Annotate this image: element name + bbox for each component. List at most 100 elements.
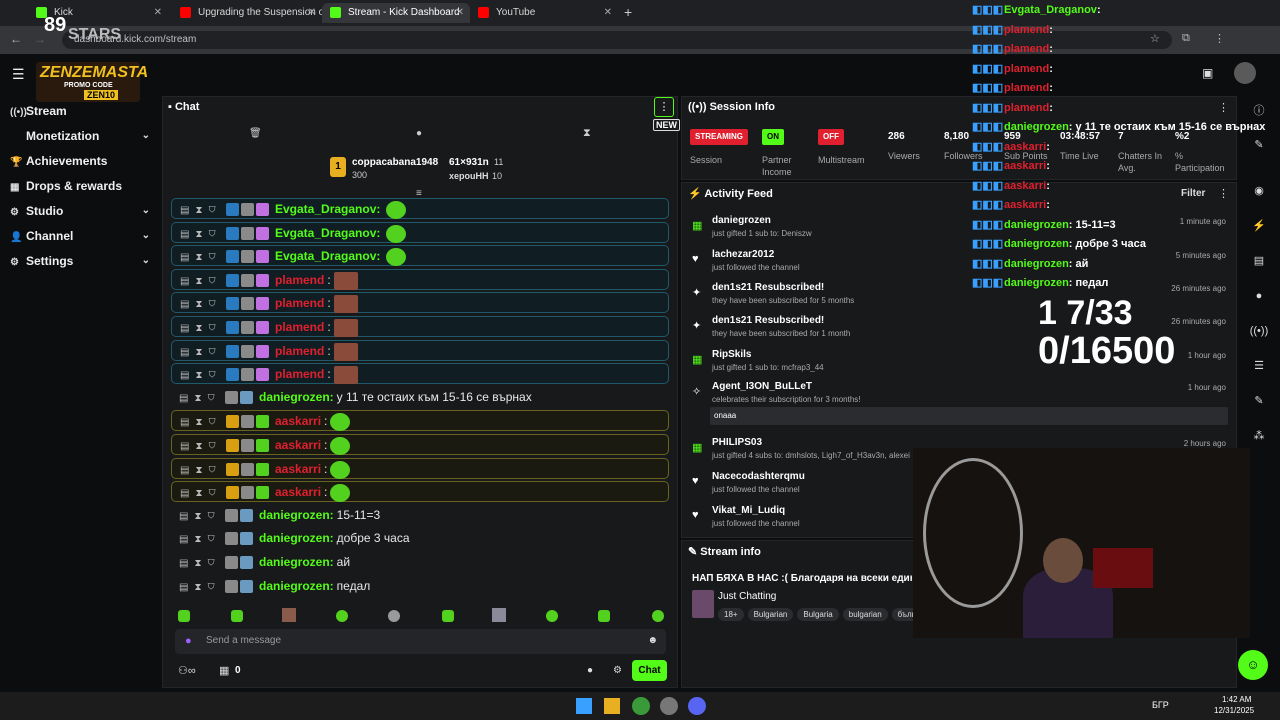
- back-arrow-icon[interactable]: ←: [10, 32, 22, 46]
- new-tab-button[interactable]: +: [624, 4, 632, 20]
- chat-message[interactable]: ▤⧗⛉ daniegrozen: добре 3 часа: [171, 528, 669, 549]
- share-icon[interactable]: ⁂: [1248, 425, 1270, 447]
- moderation-icons[interactable]: ▤⧗⛉: [171, 506, 225, 527]
- wrench-icon[interactable]: ✎: [1248, 390, 1270, 412]
- chat-username[interactable]: Evgata_Draganov:: [275, 202, 380, 216]
- moderation-icons[interactable]: ▤⧗⛉: [171, 388, 225, 409]
- moderation-icons[interactable]: ▤⧗⛉: [172, 412, 226, 433]
- activity-options-icon[interactable]: ⋮: [1218, 187, 1229, 200]
- chat-message[interactable]: ▤⧗⛉ daniegrozen: педал: [171, 576, 669, 597]
- chat-message[interactable]: ▤⧗⛉ Evgata_Draganov:: [171, 245, 669, 266]
- chat-username[interactable]: plamend: [275, 273, 324, 287]
- sidebar-item-settings[interactable]: ⚙ Settings ⌄: [10, 250, 150, 272]
- support-chat-button[interactable]: ☺: [1238, 650, 1268, 680]
- session-options-icon[interactable]: ⋮: [1218, 101, 1229, 114]
- bolt-icon[interactable]: ⚡: [1248, 215, 1270, 237]
- bookmark-star-icon[interactable]: ☆: [1150, 32, 1160, 45]
- chat-username[interactable]: plamend: [275, 344, 324, 358]
- document-icon[interactable]: ▤: [1248, 250, 1270, 272]
- emote-icon[interactable]: [598, 610, 610, 622]
- chat-username[interactable]: aaskarri: [275, 485, 321, 499]
- moderation-icons[interactable]: ▤⧗⛉: [172, 271, 226, 292]
- chat-message[interactable]: ▤⧗⛉ aaskarri:: [171, 410, 669, 431]
- chat-message[interactable]: ▤⧗⛉ daniegrozen: 15-11=3: [171, 505, 669, 526]
- message-input[interactable]: Send a message: [206, 635, 281, 646]
- emote-icon[interactable]: [442, 610, 454, 622]
- sidebar-item-achievements[interactable]: 🏆 Achievements: [10, 150, 150, 172]
- discord-icon[interactable]: [688, 697, 706, 715]
- people-icon[interactable]: ⚇∞: [178, 664, 196, 677]
- trash-icon[interactable]: 🗑: [249, 128, 262, 139]
- close-tab-icon[interactable]: ✕: [308, 3, 316, 23]
- emote-icon[interactable]: [336, 610, 348, 622]
- moderation-icons[interactable]: ▤⧗⛉: [171, 529, 225, 550]
- chat-message[interactable]: ▤⧗⛉ Evgata_Draganov:: [171, 222, 669, 243]
- emote-icon[interactable]: [178, 610, 190, 622]
- moderation-icons[interactable]: ▤⧗⛉: [172, 318, 226, 339]
- chat-username[interactable]: daniegrozen:: [259, 579, 334, 593]
- chat-username[interactable]: Evgata_Draganov:: [275, 249, 380, 263]
- activity-item[interactable]: ✧ Agent_I3ON_BuLLeT celebrates their subsc…: [690, 381, 1230, 425]
- stack-icon[interactable]: ☰: [1248, 355, 1270, 377]
- camera-icon[interactable]: ◉: [1248, 180, 1270, 202]
- chat-message[interactable]: ▤⧗⛉ daniegrozen: ай: [171, 552, 669, 573]
- avatar[interactable]: [1234, 62, 1256, 84]
- filter-button[interactable]: Filter: [1181, 188, 1205, 199]
- language-indicator[interactable]: БГР: [1152, 700, 1169, 710]
- chat-username[interactable]: daniegrozen:: [259, 555, 334, 569]
- activity-item[interactable]: ♥ lachezar2012 just followed the channel 5 …: [690, 249, 1230, 279]
- activity-item[interactable]: ▦ daniegrozen just gifted 1 sub to: Denisz…: [690, 215, 1230, 245]
- moderation-icons[interactable]: ▤⧗⛉: [172, 365, 226, 386]
- chat-message[interactable]: ▤⧗⛉ plamend:: [171, 316, 669, 337]
- chat-username[interactable]: daniegrozen:: [259, 390, 334, 404]
- chat-message[interactable]: ▤⧗⛉ plamend:: [171, 269, 669, 290]
- moderation-icons[interactable]: ▤⧗⛉: [172, 436, 226, 457]
- chat-message[interactable]: ▤⧗⛉ daniegrozen: у 11 те остаих към 15-16 …: [171, 387, 669, 408]
- microphone-icon[interactable]: ●: [185, 635, 192, 647]
- close-tab-icon[interactable]: ✕: [604, 3, 612, 23]
- broadcast-icon[interactable]: ((•)): [1248, 320, 1270, 342]
- moderation-icons[interactable]: ▤⧗⛉: [171, 577, 225, 598]
- sidebar-item-studio[interactable]: ⚙ Studio ⌄: [10, 200, 150, 222]
- chat-username[interactable]: plamend: [275, 320, 324, 334]
- emote-icon[interactable]: [388, 610, 400, 622]
- sidebar-item-drops[interactable]: ▦ Drops & rewards: [10, 175, 150, 197]
- chat-input-box[interactable]: ● Send a message ☻: [175, 629, 666, 654]
- chat-username[interactable]: plamend: [275, 367, 324, 381]
- tab-youtube[interactable]: YouTube ✕: [470, 3, 618, 23]
- chat-username[interactable]: Evgata_Draganov:: [275, 226, 380, 240]
- chat-message[interactable]: ▤⧗⛉ plamend:: [171, 340, 669, 361]
- emote-icon[interactable]: [546, 610, 558, 622]
- hourglass-icon[interactable]: ⧗: [583, 127, 591, 140]
- extensions-icon[interactable]: ⧉: [1182, 32, 1190, 45]
- sidebar-item-stream[interactable]: ((•))Stream: [10, 100, 150, 122]
- moderation-icons[interactable]: ▤⧗⛉: [172, 247, 226, 268]
- chat-message[interactable]: ▤⧗⛉ aaskarri:: [171, 434, 669, 455]
- hamburger-menu-icon[interactable]: ☰: [12, 66, 25, 83]
- chat-bubble-icon[interactable]: ●: [1248, 285, 1270, 307]
- menu-icon[interactable]: ⋮: [1214, 32, 1225, 45]
- activity-item[interactable]: ✦ den1s21 Resubscribed! they have been sub…: [690, 282, 1230, 312]
- chat-options-icon[interactable]: ⋮: [654, 97, 674, 117]
- tab-youtube-video[interactable]: Upgrading the Suspension on N✕: [172, 3, 322, 23]
- chat-username[interactable]: daniegrozen:: [259, 508, 334, 522]
- chrome-icon[interactable]: [632, 697, 650, 715]
- chat-username[interactable]: plamend: [275, 296, 324, 310]
- preview-icon[interactable]: ▣: [1202, 66, 1213, 80]
- moderation-icons[interactable]: ▤⧗⛉: [172, 200, 226, 221]
- moderation-icons[interactable]: ▤⧗⛉: [172, 342, 226, 363]
- sidebar-item-channel[interactable]: 👤 Channel ⌄: [10, 225, 150, 247]
- chat-message[interactable]: ▤⧗⛉ plamend:: [171, 292, 669, 313]
- tab-kick-dashboard[interactable]: Stream - Kick Dashboard ✕: [322, 3, 470, 23]
- chat-username[interactable]: aaskarri: [275, 438, 321, 452]
- pencil-icon[interactable]: ✎: [1248, 134, 1270, 156]
- gear-icon[interactable]: ⚙: [613, 665, 622, 676]
- chat-bubble-icon[interactable]: ●: [416, 128, 422, 139]
- moderation-icons[interactable]: ▤⧗⛉: [172, 224, 226, 245]
- chat-message[interactable]: ▤⧗⛉ Evgata_Draganov:: [171, 198, 669, 219]
- moderation-icons[interactable]: ▤⧗⛉: [172, 460, 226, 481]
- sidebar-item-monetization[interactable]: Monetization ⌄: [10, 125, 150, 147]
- chat-message[interactable]: ▤⧗⛉ plamend:: [171, 363, 669, 384]
- emoji-icon[interactable]: ☻: [647, 635, 658, 646]
- moderation-icons[interactable]: ▤⧗⛉: [172, 294, 226, 315]
